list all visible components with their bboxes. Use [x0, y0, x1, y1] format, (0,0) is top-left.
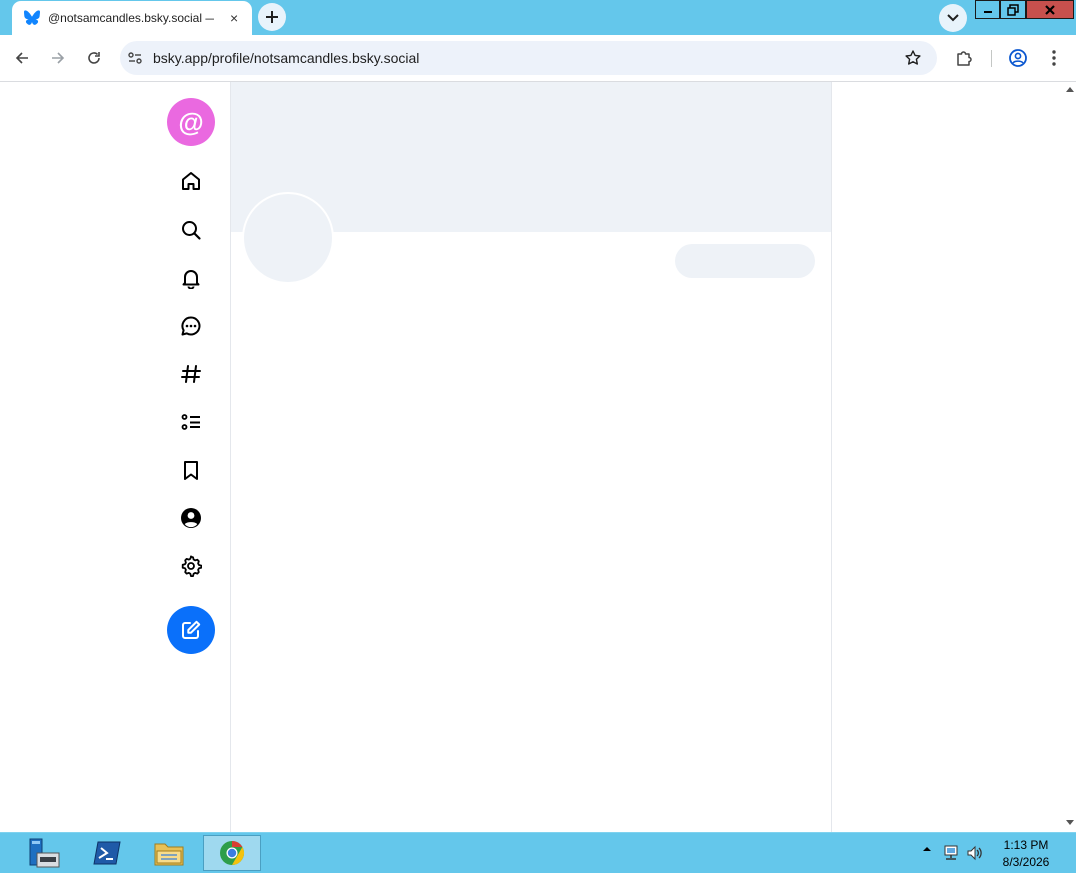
- windows-taskbar: 1:13 PM 8/3/2026: [0, 832, 1076, 873]
- follow-button-placeholder: [675, 244, 815, 278]
- bluesky-butterfly-icon: [24, 10, 40, 30]
- minimize-icon: [983, 10, 992, 13]
- taskbar-server-manager[interactable]: [16, 835, 74, 871]
- close-window-button[interactable]: [1026, 0, 1074, 19]
- forward-button[interactable]: [48, 48, 68, 68]
- profile-column: [231, 82, 832, 832]
- reload-icon: [88, 52, 100, 64]
- nav-chat[interactable]: [179, 314, 203, 338]
- arrow-left-icon: [15, 52, 28, 64]
- tab-title: @notsamcandles.bsky.social —: [48, 11, 214, 25]
- url-text[interactable]: bsky.app/profile/notsamcandles.bsky.soci…: [153, 50, 419, 66]
- page-scrollbar[interactable]: [1064, 82, 1076, 832]
- compose-post-button[interactable]: [167, 606, 215, 654]
- new-tab-button[interactable]: [258, 3, 286, 31]
- pencil-square-icon: [182, 620, 201, 639]
- tab-search-button[interactable]: [939, 4, 967, 32]
- minimize-button[interactable]: [975, 0, 1000, 19]
- arrow-right-icon: [52, 52, 65, 64]
- toolbar-separator: [991, 50, 992, 67]
- chrome-icon: [220, 841, 245, 865]
- browser-tab[interactable]: @notsamcandles.bsky.social — ×: [12, 1, 252, 35]
- gear-icon: [181, 555, 202, 577]
- close-icon: [1045, 4, 1055, 15]
- nav-feeds[interactable]: [179, 362, 203, 386]
- folder-icon: [154, 843, 184, 866]
- browser-toolbar: bsky.app/profile/notsamcandles.bsky.soci…: [0, 35, 1076, 82]
- powershell-icon: [93, 841, 121, 865]
- list-icon: [181, 414, 200, 430]
- scroll-up-arrow: [1066, 87, 1074, 92]
- extensions-button[interactable]: [954, 48, 974, 68]
- taskbar-file-explorer[interactable]: [140, 835, 198, 871]
- home-icon: [182, 172, 200, 190]
- browser-title-bar: @notsamcandles.bsky.social — ×: [0, 0, 1076, 35]
- restore-button[interactable]: [1000, 0, 1026, 19]
- nav-home[interactable]: [179, 169, 203, 193]
- bookmark-icon: [184, 461, 198, 480]
- nav-notifications[interactable]: [179, 266, 203, 290]
- browser-menu-button[interactable]: [1044, 48, 1064, 68]
- nav-settings[interactable]: [179, 554, 203, 578]
- nav-lists[interactable]: [179, 410, 203, 434]
- back-button[interactable]: [12, 48, 32, 68]
- network-icon[interactable]: [942, 844, 960, 862]
- restore-icon: [1007, 3, 1019, 16]
- clock-time: 1:13 PM: [1003, 838, 1049, 852]
- reload-button[interactable]: [84, 48, 104, 68]
- at-sign-icon: @: [178, 106, 204, 137]
- page-viewport: @: [0, 82, 1064, 832]
- address-bar[interactable]: bsky.app/profile/notsamcandles.bsky.soci…: [120, 41, 937, 75]
- taskbar-chrome[interactable]: [203, 835, 261, 871]
- profile-button[interactable]: [1008, 48, 1028, 68]
- clock-date: 8/3/2026: [1002, 855, 1050, 869]
- chevron-down-icon: [947, 14, 959, 22]
- bookmark-star-icon[interactable]: [904, 49, 922, 72]
- plus-icon: [266, 11, 278, 23]
- system-clock[interactable]: 1:13 PM 8/3/2026: [996, 837, 1056, 871]
- left-navigation: @: [0, 82, 231, 832]
- server-manager-icon: [29, 838, 60, 868]
- volume-icon[interactable]: [966, 844, 984, 862]
- puzzle-icon: [957, 51, 972, 66]
- user-avatar-button[interactable]: @: [167, 98, 215, 146]
- nav-search[interactable]: [179, 218, 203, 242]
- nav-profile[interactable]: [179, 506, 203, 530]
- nav-saved[interactable]: [179, 458, 203, 482]
- bell-icon: [182, 270, 200, 289]
- chat-bubble-icon: [181, 316, 201, 336]
- account-circle-icon: [1009, 49, 1027, 67]
- profile-avatar-placeholder: [242, 192, 334, 284]
- user-circle-icon: [181, 508, 201, 528]
- site-info-icon[interactable]: [127, 50, 143, 71]
- more-vertical-icon: [1052, 50, 1056, 66]
- scroll-down-arrow: [1066, 820, 1074, 825]
- show-hidden-icons-icon[interactable]: [922, 845, 932, 853]
- search-icon: [182, 221, 201, 240]
- taskbar-powershell[interactable]: [78, 835, 136, 871]
- tab-close-icon[interactable]: ×: [230, 9, 238, 27]
- hashtag-icon: [181, 365, 201, 383]
